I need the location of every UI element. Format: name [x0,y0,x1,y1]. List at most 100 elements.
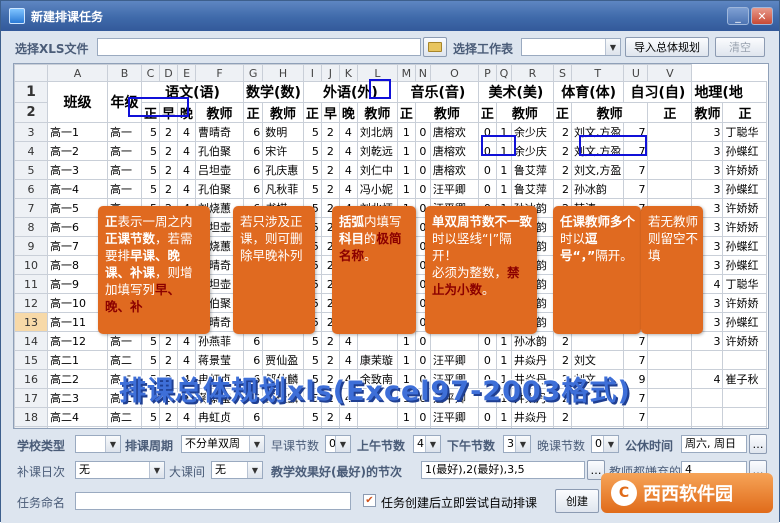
chevron-down-icon[interactable]: ▼ [247,462,262,478]
clear-button[interactable]: 清空 [715,37,765,57]
callout-bracket-abbrev: 括弧内填写科目的极简名称。 [332,206,416,334]
grid-cell: 井焱丹 [510,350,554,370]
grid-cell: 5 [140,331,161,351]
grid-cell: 班级 [47,81,108,123]
task-name-label: 任务命名 [17,496,66,510]
highlight-foreign-abbrev [369,79,391,99]
auto-schedule-checkbox[interactable]: ✔ [363,494,376,507]
chevron-down-icon[interactable]: ▼ [425,436,440,452]
chevron-down-icon[interactable]: ▼ [105,436,120,452]
grid-cell: 刘乾远 [356,141,398,161]
best-periods-input[interactable]: 1(最好),2(最好),3,5 [421,461,585,479]
folder-open-icon [428,42,442,52]
grid-cell: 地理(地 [691,81,768,103]
grid-cell: 许娇娇 [722,293,768,313]
grid-cell: 0 [477,407,497,427]
grid-cell: 5 [302,141,322,161]
grid-cell: 2 [320,407,340,427]
grid-cell: 5 [140,160,161,180]
grid-cell: 方若强 [356,426,398,428]
callout-text: 括弧 [339,214,365,229]
grid-cell: 高一1 [47,122,108,142]
minimize-button[interactable]: _ [727,7,749,25]
grid-cell: R [510,64,554,82]
grid-cell: 1 [396,141,416,161]
grid-cell: 5 [140,426,161,428]
grid-cell: 汪平卿 [429,350,479,370]
grid-cell: 2 [159,426,179,428]
chevron-down-icon[interactable]: ▼ [149,462,164,478]
grid-cell: 2 [552,426,572,428]
chevron-down-icon[interactable]: ▼ [335,436,350,452]
more-button[interactable]: … [749,434,767,454]
grid-cell: 4 [338,350,358,370]
grid-cell: 1 [495,160,512,180]
grid-cell: 1 [495,350,512,370]
xls-file-input[interactable] [97,38,421,56]
grid-cell: 鲁艾萍 [510,160,554,180]
grid-cell: 2 [552,331,572,351]
task-name-input[interactable] [75,492,351,510]
grid-cell: 冯小妮 [356,179,398,199]
grid-cell [356,407,398,427]
grid-cell: 高二2 [47,369,108,389]
site-logo: C 西西软件园 [601,473,773,513]
grid-cell [722,388,768,408]
app-window: 新建排课任务 _ ✕ 选择XLS文件 选择工作表 ▼ 导入总体规划 清空 ABC… [0,0,780,523]
chevron-down-icon[interactable]: ▼ [515,436,530,452]
grid-cell: 7 [623,331,649,351]
grid-cell [570,331,625,351]
grid-cell: 1 [396,160,416,180]
callout-alternate-week: 单双周节数不一致时以竖线“|”隔开！ 必须为整数，禁止为小数。 [425,206,537,334]
grid-cell: 2 [320,160,340,180]
grid-cell: 7 [623,160,649,180]
grid-cell: 19 [14,426,48,428]
grid-cell: 6 [243,122,264,142]
grid-cell: 13 [14,312,48,332]
grid-cell: 2 [552,407,572,427]
grid-cell: I [302,64,322,82]
grid-cell: 5 [302,179,322,199]
grid-cell: A [47,64,108,82]
chevron-down-icon[interactable]: ▼ [603,436,618,452]
grid-cell: 蒋景莹 [195,350,245,370]
import-plan-button[interactable]: 导入总体规划 [625,37,709,57]
grid-cell [691,407,724,427]
browse-folder-button[interactable] [423,37,447,57]
grid-cell: 1 [495,426,512,428]
grid-cell: 4 [177,141,197,161]
grid-cell [722,407,768,427]
chevron-down-icon[interactable]: ▼ [605,39,620,55]
grid-cell: K [338,64,358,82]
grid-cell: M [396,64,416,82]
grid-cell: 4 [177,350,197,370]
callout-text: 任课教师多个 [560,214,636,229]
grid-cell: 1 [495,331,512,351]
grid-cell: 0 [414,141,431,161]
grid-cell: 凡秋菲 [262,179,304,199]
chevron-down-icon[interactable]: ▼ [249,436,264,452]
grid-cell [647,369,693,389]
callout-text: 。 [482,282,495,297]
grid-cell [647,179,693,199]
grid-cell: 8 [14,217,48,237]
title-bar: 新建排课任务 _ ✕ [1,1,779,31]
grid-cell [262,407,304,427]
grid-cell: N [414,64,431,82]
callout-text: 正课节数 [105,231,156,246]
grid-cell: 正 [302,102,322,123]
grid-cell [429,331,479,351]
grid-cell: 0 [414,179,431,199]
logo-text: 西西软件园 [643,484,733,505]
grid-cell: 教师 [691,102,724,123]
callout-text: 内填写 [364,214,402,229]
callout-text: 科目 [339,231,365,246]
grid-cell: 9 [14,236,48,256]
close-button[interactable]: ✕ [751,7,773,25]
public-holiday-select[interactable]: 周六, 周日 [681,435,747,453]
grid-cell: 11 [14,274,48,294]
cycle-label: 排课周期 [125,439,174,453]
create-button[interactable]: 创建 [555,489,599,513]
grid-cell: 正 [243,102,264,123]
afternoon-label: 下午节数 [447,439,496,453]
